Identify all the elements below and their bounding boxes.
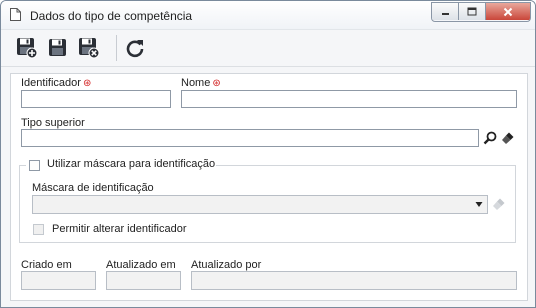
identifier-input[interactable] xyxy=(21,90,171,108)
close-button[interactable] xyxy=(486,3,530,20)
name-label-text: Nome xyxy=(181,77,211,89)
refresh-icon xyxy=(126,40,144,58)
save-and-new-button[interactable] xyxy=(16,37,38,59)
eraser-icon xyxy=(502,132,514,144)
save-button[interactable] xyxy=(47,37,69,59)
window-controls xyxy=(431,2,531,22)
clear-button[interactable] xyxy=(499,129,517,147)
identifier-label: Identificador ⊛ xyxy=(21,77,91,89)
close-icon xyxy=(503,7,513,16)
minimize-icon xyxy=(441,13,449,15)
save-and-close-button[interactable] xyxy=(78,37,100,59)
updated-by-field xyxy=(191,271,517,290)
allow-change-label: Permitir alterar identificador xyxy=(52,223,187,235)
toolbar xyxy=(1,30,535,67)
updated-on-field xyxy=(106,271,181,290)
use-mask-checkbox[interactable] xyxy=(29,160,40,171)
minimize-button[interactable] xyxy=(432,3,459,20)
mask-select[interactable] xyxy=(32,195,488,214)
document-icon xyxy=(10,8,21,21)
save-plus-icon xyxy=(17,38,38,59)
mask-label: Máscara de identificação xyxy=(32,182,154,194)
name-input[interactable] xyxy=(181,90,517,108)
maximize-button[interactable] xyxy=(459,3,486,20)
mask-clear-button[interactable] xyxy=(490,195,508,213)
search-icon xyxy=(483,131,497,145)
title-bar[interactable]: Dados do tipo de competência xyxy=(1,1,535,30)
dialog-window: Dados do tipo de competência Identificad… xyxy=(0,0,536,308)
allow-change-checkbox[interactable] xyxy=(33,224,44,235)
use-mask-label: Utilizar máscara para identificação xyxy=(47,158,216,170)
identifier-label-text: Identificador xyxy=(21,77,81,89)
updated-by-label: Atualizado por xyxy=(191,259,262,271)
save-close-icon xyxy=(79,38,100,59)
toolbar-separator xyxy=(116,35,117,61)
parent-type-label: Tipo superior xyxy=(21,117,85,129)
window-title: Dados do tipo de competência xyxy=(30,9,193,23)
name-label: Nome ⊛ xyxy=(181,77,221,89)
refresh-button[interactable] xyxy=(124,37,146,59)
required-icon: ⊛ xyxy=(212,78,221,89)
save-icon xyxy=(49,39,66,56)
eraser-icon xyxy=(493,198,505,210)
maximize-icon xyxy=(467,7,477,16)
chevron-down-icon xyxy=(475,202,483,207)
created-on-label: Criado em xyxy=(21,259,72,271)
created-on-field xyxy=(21,271,96,290)
parent-type-input[interactable] xyxy=(21,129,479,147)
required-icon: ⊛ xyxy=(82,78,92,89)
updated-on-label: Atualizado em xyxy=(106,259,176,271)
search-button[interactable] xyxy=(481,129,499,147)
